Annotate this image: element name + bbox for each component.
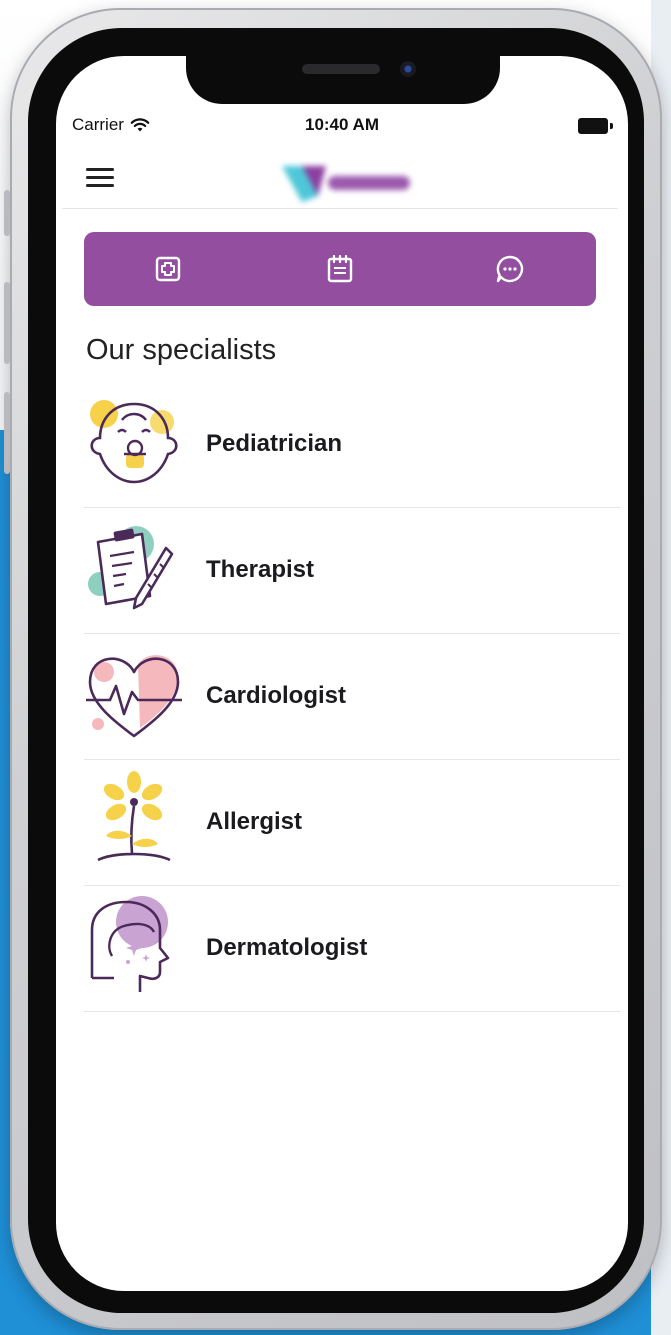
specialist-item-allergist[interactable]: Allergist [84,760,620,886]
side-button-volume-up [4,282,10,364]
face-profile-icon [90,896,170,992]
specialist-label: Cardiologist [206,682,347,709]
app-header [62,148,618,209]
specialist-label: Pediatrician [206,430,343,457]
status-time: 10:40 AM [304,115,379,134]
heart-pulse-icon [86,655,182,738]
phone-screen: Carrier 10:40 AM Our specialists Pediatr… [56,56,628,1291]
brand-logo [282,166,410,202]
tab-messages[interactable] [492,251,528,287]
phone-speaker [302,64,380,74]
baby-face-icon [90,400,178,484]
specialist-item-cardiologist[interactable]: Cardiologist [84,634,620,760]
tab-bar [84,232,596,306]
side-button-mute [4,190,10,236]
tab-clinic[interactable] [150,251,186,287]
tab-appointments[interactable] [322,251,358,287]
specialist-label: Therapist [206,556,315,583]
medical-cross-icon [155,256,181,282]
specialist-label: Allergist [206,808,303,835]
side-button-volume-down [4,392,10,474]
front-camera [400,61,416,77]
clipboard-thermometer-icon [88,526,174,610]
calendar-icon [327,254,353,283]
specialist-item-therapist[interactable]: Therapist [84,508,620,634]
battery-tip [610,123,613,129]
battery-icon [578,118,608,134]
chat-bubble-icon [496,255,524,283]
specialist-item-pediatrician[interactable]: Pediatrician [84,382,620,508]
hamburger-icon[interactable] [86,168,114,188]
section-title: Our specialists [86,334,277,366]
specialist-label: Dermatologist [206,934,368,961]
specialist-item-dermatologist[interactable]: Dermatologist [84,886,620,1012]
specialist-list: Pediatrician Therapist Cardiologist Alle… [84,382,620,1012]
status-bar: Carrier 10:40 AM [56,112,628,140]
flower-icon [97,771,171,862]
